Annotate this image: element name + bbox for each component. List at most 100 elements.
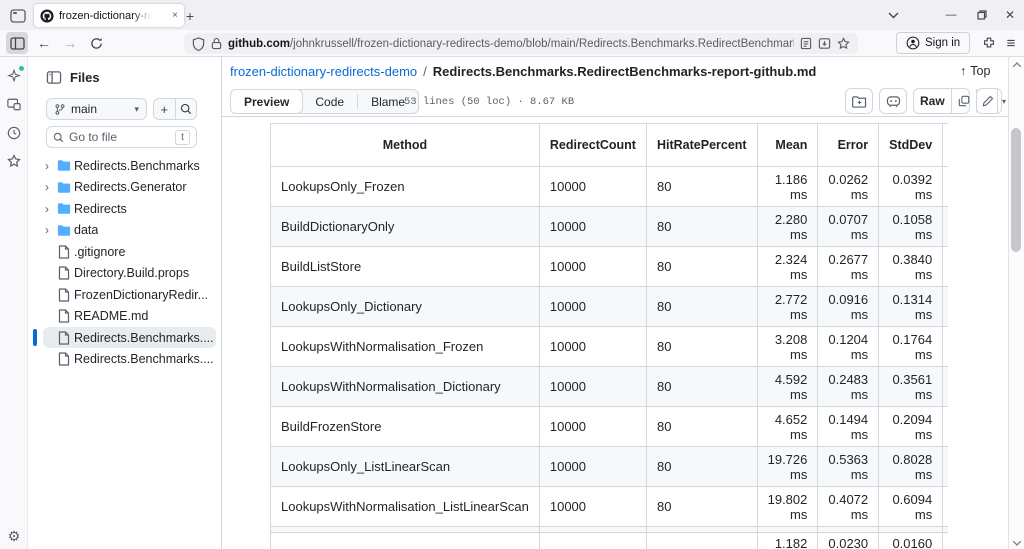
file-tree-item[interactable]: .gitignore: [30, 241, 220, 263]
table-cell: 0.1494 ms: [817, 406, 880, 447]
file-tree-item[interactable]: FrozenDictionaryRedir...: [30, 284, 220, 306]
column-header: Method: [270, 123, 540, 167]
table-cell: 4.652 ms: [756, 406, 819, 447]
table-cell: BuildListStore: [270, 246, 540, 287]
selected-indicator: [33, 329, 37, 346]
scroll-up-arrow[interactable]: [1012, 59, 1022, 69]
raw-button[interactable]: Raw: [914, 89, 951, 113]
search-icon: [53, 132, 64, 142]
expand-chevron-icon[interactable]: ›: [40, 202, 54, 216]
column-header: Error: [817, 123, 880, 167]
table-cell: 80: [645, 286, 758, 327]
search-button[interactable]: [174, 99, 197, 119]
table-row: BuildDictionaryOnly 10000 80 2.280 ms 0.0707 m…: [270, 206, 948, 247]
top-label: Top: [970, 64, 991, 78]
new-tab-button[interactable]: +: [180, 6, 200, 26]
file-tree-item[interactable]: Redirects.Benchmarks....: [30, 349, 220, 371]
breadcrumb: frozen-dictionary-redirects-demo / Redir…: [230, 64, 816, 79]
history-clock-icon[interactable]: [6, 125, 22, 141]
file-tree-item[interactable]: › Redirects: [30, 198, 220, 220]
table-cell: 1.182: [756, 532, 819, 549]
go-to-file-input[interactable]: Go to file t: [46, 126, 197, 148]
reload-button[interactable]: [85, 32, 107, 54]
menu-button[interactable]: ≡: [1000, 32, 1022, 54]
sidebar-toggle-button[interactable]: [6, 32, 28, 54]
file-tree-label: README.md: [74, 309, 149, 324]
sidebar-icon: [9, 36, 25, 50]
table-cell: LookupsWithNormalisation_Frozen: [270, 326, 540, 367]
scrollbar-thumb[interactable]: [1011, 128, 1021, 252]
window-close-button[interactable]: ✕: [1000, 0, 1020, 30]
file-tree-item[interactable]: › Redirects.Generator: [30, 177, 220, 199]
table-cell: 2.324 ms: [756, 246, 819, 287]
table-cell: 80: [645, 446, 758, 487]
file-icon: [58, 245, 70, 259]
window-minimize-button[interactable]: —: [941, 0, 961, 30]
copilot-icon: [886, 95, 901, 107]
panel-icon[interactable]: [46, 70, 62, 85]
tab-close-icon[interactable]: ×: [172, 10, 178, 21]
add-file-to-repo-button[interactable]: [845, 88, 873, 114]
scroll-down-arrow[interactable]: [1012, 538, 1022, 548]
table-cell: 0.2677 ms: [817, 246, 880, 287]
file-tree-item[interactable]: › Redirects.Benchmarks: [30, 155, 220, 177]
notification-dot: [19, 66, 24, 71]
expand-chevron-icon[interactable]: ›: [40, 159, 54, 173]
extensions-button[interactable]: [978, 32, 1000, 54]
markdown-table-container[interactable]: Method RedirectCount HitRatePercent Mean Err…: [270, 123, 948, 549]
expand-chevron-icon[interactable]: ›: [40, 223, 54, 237]
table-cell: 0.0916 ms: [817, 286, 880, 327]
table-cell: 0.8028 ms: [878, 446, 944, 487]
url-bar[interactable]: github.com/johnkrussell/frozen-dictionar…: [184, 33, 858, 54]
bookmarks-star-icon[interactable]: [6, 153, 22, 169]
ai-chat-icon[interactable]: [6, 66, 24, 84]
tab-code[interactable]: Code: [302, 90, 357, 113]
file-meta: 53 lines (50 loc) · 8.67 KB: [404, 96, 575, 108]
file-tree-item[interactable]: README.md: [30, 306, 220, 328]
file-tree-label: FrozenDictionaryRedir...: [74, 287, 209, 302]
save-page-icon[interactable]: [818, 37, 831, 50]
copilot-button[interactable]: [879, 88, 907, 114]
settings-gear-icon[interactable]: ⚙: [6, 528, 22, 544]
reader-view-icon[interactable]: [800, 37, 812, 50]
table-cell: 0.0230: [817, 532, 880, 549]
pencil-icon: [982, 95, 994, 107]
firefox-view-button[interactable]: [6, 5, 30, 26]
table-cell: 10000: [538, 366, 647, 407]
file-tree-item[interactable]: Directory.Build.props: [30, 263, 220, 285]
back-button[interactable]: ←: [33, 32, 55, 54]
file-tree-item[interactable]: › data: [30, 220, 220, 242]
window-restore-button[interactable]: [972, 0, 992, 30]
bookmark-star-icon[interactable]: [837, 37, 850, 50]
lock-icon[interactable]: [211, 37, 222, 50]
github-favicon: [40, 8, 54, 23]
sign-in-button[interactable]: Sign in: [896, 32, 971, 54]
file-tree-label: Redirects.Benchmarks....: [74, 352, 214, 367]
list-tabs-chevron-icon[interactable]: [884, 0, 902, 30]
add-file-button[interactable]: +: [154, 99, 175, 119]
table-cell: 4.592 ms: [756, 366, 819, 407]
table-row: LookupsOnly_Dictionary 10000 80 2.772 ms 0.09…: [270, 286, 948, 327]
table-cell: 1.080: [942, 532, 948, 549]
table-cell: 80: [645, 166, 758, 207]
forward-button[interactable]: →: [59, 32, 81, 54]
back-to-top-link[interactable]: ↑ Top: [960, 64, 990, 78]
synced-tabs-icon[interactable]: [6, 96, 22, 112]
table-cell: 0.1204 ms: [817, 326, 880, 367]
column-header: StdDev: [878, 123, 944, 167]
breadcrumb-repo-link[interactable]: frozen-dictionary-redirects-demo: [230, 64, 417, 79]
copy-raw-button[interactable]: [950, 89, 976, 113]
table-row: LookupsWithNormalisation_Dictionary 10000…: [270, 366, 948, 407]
table-cell: 10000: [538, 486, 647, 527]
file-icon: [58, 331, 70, 345]
table-cell: 10000: [538, 286, 647, 327]
browser-tab[interactable]: frozen-dictionary-redirects-dem ×: [34, 4, 184, 27]
tab-preview[interactable]: Preview: [230, 89, 304, 114]
file-tree-item[interactable]: Redirects.Benchmarks....: [30, 327, 220, 349]
table-cell: 19.636ms: [942, 486, 948, 527]
file-tree-label: Redirects.Benchmarks....: [74, 330, 214, 345]
edit-file-button[interactable]: [977, 89, 997, 113]
tracking-shield-icon[interactable]: [192, 36, 205, 51]
branch-selector[interactable]: main ▾: [46, 98, 147, 120]
expand-chevron-icon[interactable]: ›: [40, 180, 54, 194]
